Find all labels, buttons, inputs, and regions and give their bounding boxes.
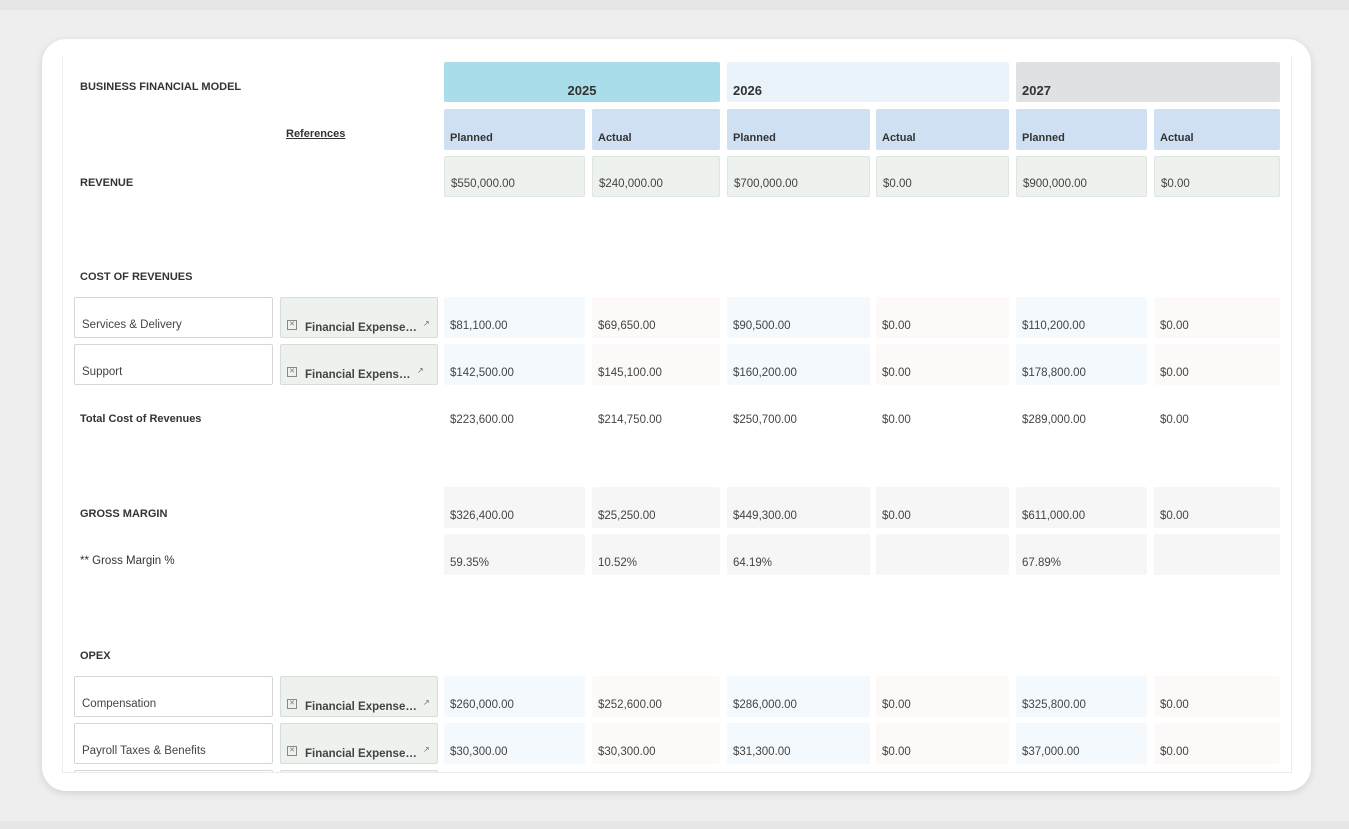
row-name-next[interactable] xyxy=(74,770,273,772)
value-cell[interactable]: $160,200.00 xyxy=(727,344,870,385)
value-cell[interactable]: $325,800.00 xyxy=(1016,676,1147,717)
reference-link-cell[interactable]: ✕ Financial Expense Details ↗ xyxy=(280,723,438,764)
sheet-card: BUSINESS FINANCIAL MODEL References 2025… xyxy=(42,39,1311,791)
revenue-2025-actual[interactable]: $240,000.00 xyxy=(592,156,720,197)
reference-link-cell[interactable]: ✕ Financial Expense Details ↗ xyxy=(280,676,438,717)
value-cell[interactable]: $0.00 xyxy=(876,344,1009,385)
value-cell[interactable]: $286,000.00 xyxy=(727,676,870,717)
value-cell[interactable]: $30,300.00 xyxy=(592,723,720,764)
gross-margin-value: $0.00 xyxy=(1154,487,1280,528)
subheader-2027-actual: Actual xyxy=(1154,109,1280,150)
subheader-2026-actual: Actual xyxy=(876,109,1009,150)
gross-margin-pct-value: 64.19% xyxy=(727,534,870,575)
gross-margin-value: $0.00 xyxy=(876,487,1009,528)
revenue-2026-planned[interactable]: $700,000.00 xyxy=(727,156,870,197)
reference-link-cell[interactable]: ✕ Financial Expense Details ↗ xyxy=(280,344,438,385)
revenue-label: REVENUE xyxy=(80,177,134,189)
subheader-2025-planned: Planned xyxy=(444,109,585,150)
page-title: BUSINESS FINANCIAL MODEL xyxy=(80,81,242,93)
value-cell[interactable]: $0.00 xyxy=(876,676,1009,717)
total-value: $223,600.00 xyxy=(450,414,514,426)
row-name-compensation[interactable]: Compensation xyxy=(74,676,273,717)
total-cost-of-revenues-label: Total Cost of Revenues xyxy=(80,413,202,425)
row-name-services-delivery[interactable]: Services & Delivery xyxy=(74,297,273,338)
reference-link-cell[interactable]: ✕ Financial Expense Details ↗ xyxy=(280,297,438,338)
total-value: $0.00 xyxy=(1160,414,1189,426)
open-link-icon[interactable]: ↗ xyxy=(423,319,430,328)
value-cell[interactable]: $0.00 xyxy=(876,297,1009,338)
gross-margin-value: $326,400.00 xyxy=(444,487,585,528)
value-cell[interactable]: $178,800.00 xyxy=(1016,344,1147,385)
value-cell[interactable]: $0.00 xyxy=(1154,723,1280,764)
total-value: $0.00 xyxy=(882,414,911,426)
revenue-2027-planned[interactable]: $900,000.00 xyxy=(1016,156,1147,197)
gross-margin-value: $25,250.00 xyxy=(592,487,720,528)
value-cell[interactable]: $30,300.00 xyxy=(444,723,585,764)
value-cell[interactable]: $0.00 xyxy=(876,723,1009,764)
reference-name: Financial Expense Details xyxy=(305,369,411,381)
total-value: $250,700.00 xyxy=(733,414,797,426)
value-cell[interactable]: $90,500.00 xyxy=(727,297,870,338)
gross-margin-label: GROSS MARGIN xyxy=(80,508,168,520)
value-cell[interactable]: $252,600.00 xyxy=(592,676,720,717)
gross-margin-value: $611,000.00 xyxy=(1016,487,1147,528)
value-cell[interactable]: $31,300.00 xyxy=(727,723,870,764)
revenue-2026-actual[interactable]: $0.00 xyxy=(876,156,1009,197)
value-cell[interactable]: $145,100.00 xyxy=(592,344,720,385)
references-link[interactable]: References xyxy=(286,128,345,140)
linked-record-icon: ✕ xyxy=(287,699,297,709)
total-value: $289,000.00 xyxy=(1022,414,1086,426)
value-cell[interactable]: $0.00 xyxy=(1154,297,1280,338)
linked-record-icon: ✕ xyxy=(287,746,297,756)
year-header-2026: 2026 xyxy=(727,62,1009,102)
gross-margin-value: $449,300.00 xyxy=(727,487,870,528)
value-cell[interactable]: $37,000.00 xyxy=(1016,723,1147,764)
row-name-payroll-taxes-benefits[interactable]: Payroll Taxes & Benefits xyxy=(74,723,273,764)
subheader-2025-actual: Actual xyxy=(592,109,720,150)
opex-label: OPEX xyxy=(80,650,111,662)
gross-margin-pct-value xyxy=(876,534,1009,575)
value-cell[interactable]: $260,000.00 xyxy=(444,676,585,717)
total-value: $214,750.00 xyxy=(598,414,662,426)
value-cell[interactable]: $142,500.00 xyxy=(444,344,585,385)
open-link-icon[interactable]: ↗ xyxy=(423,745,430,754)
revenue-2027-actual[interactable]: $0.00 xyxy=(1154,156,1280,197)
reference-name: Financial Expense Details xyxy=(305,748,417,760)
reference-link-cell[interactable] xyxy=(280,770,438,772)
gross-margin-pct-value: 67.89% xyxy=(1016,534,1147,575)
reference-name: Financial Expense Details xyxy=(305,701,417,713)
row-name-support[interactable]: Support xyxy=(74,344,273,385)
open-link-icon[interactable]: ↗ xyxy=(417,366,424,375)
value-cell[interactable]: $0.00 xyxy=(1154,344,1280,385)
open-link-icon[interactable]: ↗ xyxy=(423,698,430,707)
value-cell[interactable]: $110,200.00 xyxy=(1016,297,1147,338)
subheader-2026-planned: Planned xyxy=(727,109,870,150)
year-header-2027: 2027 xyxy=(1016,62,1280,102)
gross-margin-pct-label: ** Gross Margin % xyxy=(80,555,175,567)
gross-margin-pct-value: 10.52% xyxy=(592,534,720,575)
linked-record-icon: ✕ xyxy=(287,367,297,377)
financial-model-grid: BUSINESS FINANCIAL MODEL References 2025… xyxy=(62,57,1292,773)
gross-margin-pct-value xyxy=(1154,534,1280,575)
gross-margin-pct-value: 59.35% xyxy=(444,534,585,575)
revenue-2025-planned[interactable]: $550,000.00 xyxy=(444,156,585,197)
value-cell[interactable]: $0.00 xyxy=(1154,676,1280,717)
year-header-2025: 2025 xyxy=(444,62,720,102)
cost-of-revenues-label: COST OF REVENUES xyxy=(80,271,193,283)
value-cell[interactable]: $81,100.00 xyxy=(444,297,585,338)
linked-record-icon: ✕ xyxy=(287,320,297,330)
reference-name: Financial Expense Details xyxy=(305,322,417,334)
subheader-2027-planned: Planned xyxy=(1016,109,1147,150)
value-cell[interactable]: $69,650.00 xyxy=(592,297,720,338)
